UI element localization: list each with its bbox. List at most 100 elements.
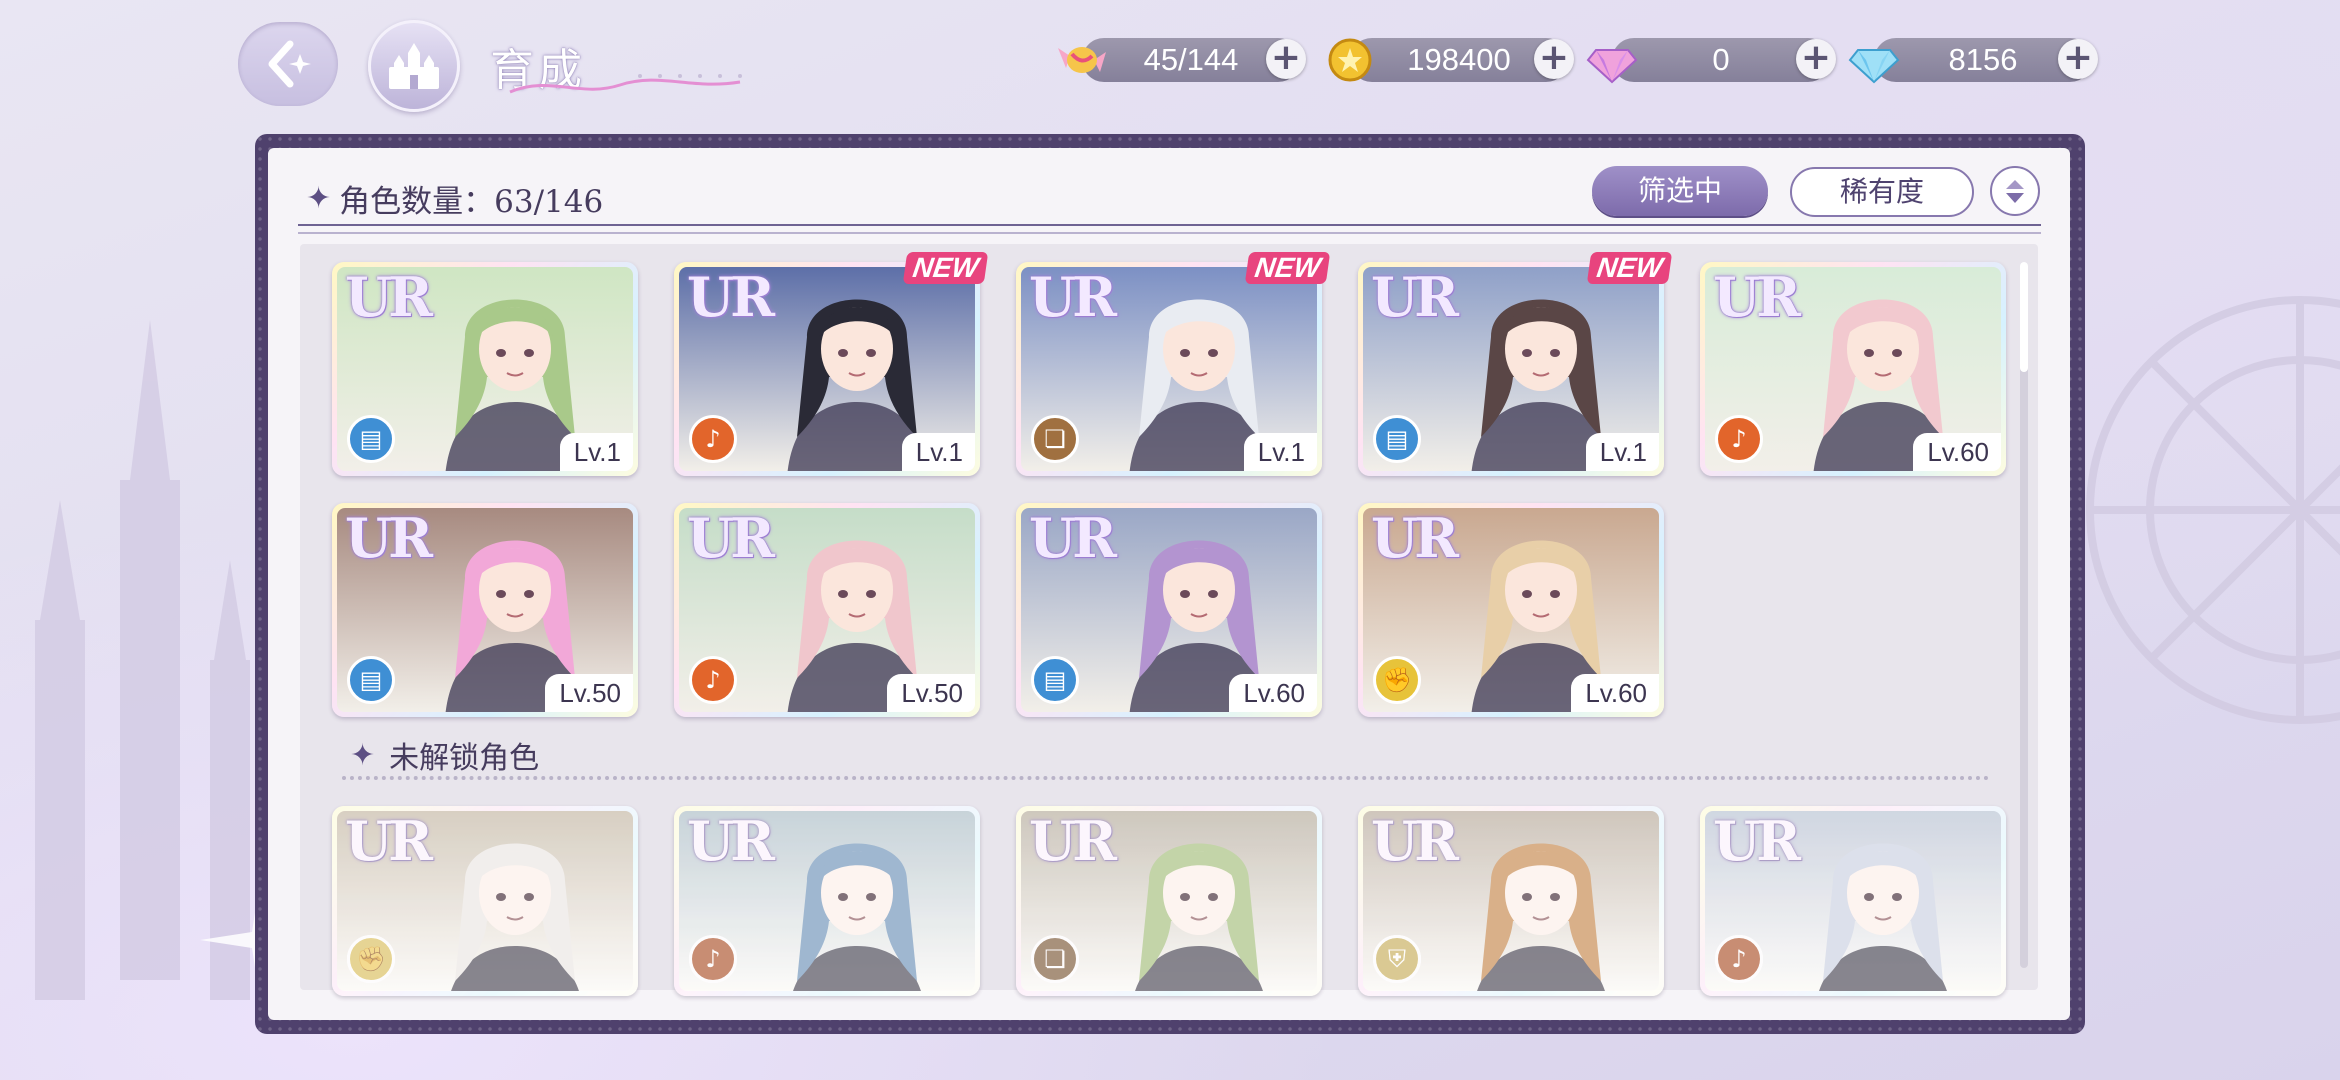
card-art: UR ▤ Lv.50 [337,508,633,712]
level-label: Lv.60 [1913,433,2001,471]
character-count-label: ✦ 角色数量：63/146 [306,176,603,221]
book-element-icon: ▤ [1373,415,1421,463]
character-card[interactable]: UR ▤ Lv.1 [332,262,638,476]
mic-element-icon: ♪ [689,415,737,463]
rarity-badge: UR [345,811,433,873]
card-art: UR ♪ [679,811,975,991]
locked-character-card[interactable]: UR ⛨ [1358,806,1664,996]
scroll-thumb[interactable] [2020,262,2028,372]
back-button[interactable] [238,22,338,106]
header-divider [298,224,2041,234]
character-card[interactable]: UR ♪ Lv.1 NEW [674,252,989,476]
character-card[interactable]: UR ▤ Lv.1 NEW [1358,252,1673,476]
level-label: Lv.1 [901,433,975,471]
rarity-badge: UR [687,508,775,570]
sparkle-star-icon: ✦ [306,181,332,216]
back-arrow-icon [268,40,311,88]
add-stamina-button[interactable]: + [1266,39,1306,79]
rarity-badge: UR [687,811,775,873]
currency-diamond: 8156 + [1848,38,2098,84]
pink-gem-icon [1586,49,1638,84]
castle-icon [389,43,439,89]
mic-element-icon: ♪ [1715,935,1763,983]
character-portrait [793,843,921,991]
character-card[interactable]: UR ▤ Lv.60 [1016,503,1322,717]
character-card[interactable]: UR ▤ Lv.50 [332,503,638,717]
character-card[interactable]: UR ♪ Lv.60 [1700,262,2006,476]
locked-character-card[interactable]: UR ♪ [674,806,980,996]
level-label: Lv.1 [1243,433,1317,471]
cards-element-icon: ❏ [1031,415,1079,463]
card-art: UR ✊ [337,811,633,991]
currency-gold: 198400 + [1328,38,1574,82]
blue-diamond-icon [1848,49,1900,84]
rarity-badge: UR [687,267,775,329]
rarity-badge: UR [1029,508,1117,570]
character-card[interactable]: UR ♪ Lv.50 [674,503,980,717]
mic-element-icon: ♪ [1715,415,1763,463]
card-art: UR ▤ Lv.1 [337,267,633,471]
card-background [679,811,975,991]
character-card[interactable]: UR ❏ Lv.1 NEW [1016,252,1331,476]
character-count-text: 角色数量：63/146 [339,184,604,220]
character-portrait [1135,843,1263,991]
book-element-icon: ▤ [347,656,395,704]
locked-character-card[interactable]: UR ✊ [332,806,638,996]
level-label: Lv.50 [887,674,975,712]
shield-element-icon: ⛨ [1373,935,1421,983]
add-gold-button[interactable]: + [1534,39,1574,79]
locked-character-card[interactable]: UR ♪ [1700,806,2006,996]
add-pink-gem-button[interactable]: + [1796,39,1836,79]
rarity-badge: UR [1371,267,1459,329]
level-label: Lv.60 [1229,674,1317,712]
card-background [1021,811,1317,991]
card-background [1363,811,1659,991]
rarity-badge: UR [1029,811,1117,873]
card-art: UR ▤ Lv.60 [1021,508,1317,712]
card-background [1705,811,2001,991]
mic-element-icon: ♪ [689,935,737,983]
fist-element-icon: ✊ [347,935,395,983]
level-label: Lv.1 [1585,433,1659,471]
currency-stamina: 45/144 + [1058,38,1306,82]
level-label: Lv.50 [545,674,633,712]
new-badge: NEW [1586,252,1673,284]
new-badge: NEW [1244,252,1331,284]
rarity-badge: UR [345,267,433,329]
rarity-badge: UR [1029,267,1117,329]
card-art: UR ❏ [1021,811,1317,991]
character-card[interactable]: UR ✊ Lv.60 [1358,503,1664,717]
level-label: Lv.60 [1571,674,1659,712]
fist-element-icon: ✊ [1373,656,1421,704]
rarity-badge: UR [1713,811,1801,873]
card-art: UR ❏ Lv.1 [1021,267,1317,471]
cards-element-icon: ❏ [1031,935,1079,983]
filter-button[interactable]: 筛选中 [1592,166,1768,216]
card-background [337,811,633,991]
card-art: UR ♪ Lv.50 [679,508,975,712]
character-portrait [1477,843,1605,991]
locked-section-label: ✦ 未解锁角色 [350,733,539,777]
candy-icon [1058,47,1106,73]
gold-coin-icon [1328,38,1372,82]
locked-section-divider [342,776,1990,780]
character-portrait [1819,843,1947,991]
rarity-badge: UR [345,508,433,570]
rarity-badge: UR [1371,811,1459,873]
card-art: UR ♪ Lv.1 [679,267,975,471]
sort-order-button[interactable] [1990,166,2040,216]
sort-rarity-button[interactable]: 稀有度 [1790,167,1974,217]
mic-element-icon: ♪ [689,656,737,704]
locked-character-card[interactable]: UR ❏ [1016,806,1322,996]
card-art: UR ♪ Lv.60 [1705,267,2001,471]
character-portrait [451,843,579,991]
new-badge: NEW [902,252,989,284]
locked-section-text: 未解锁角色 [389,741,540,776]
add-diamond-button[interactable]: + [2058,39,2098,79]
card-art: UR ⛨ [1363,811,1659,991]
home-castle-button[interactable] [368,20,460,112]
rarity-badge: UR [1713,267,1801,329]
character-list-scrollbar[interactable] [2020,262,2028,968]
currency-pink-gem: 0 + [1586,38,1836,84]
card-art: UR ▤ Lv.1 [1363,267,1659,471]
